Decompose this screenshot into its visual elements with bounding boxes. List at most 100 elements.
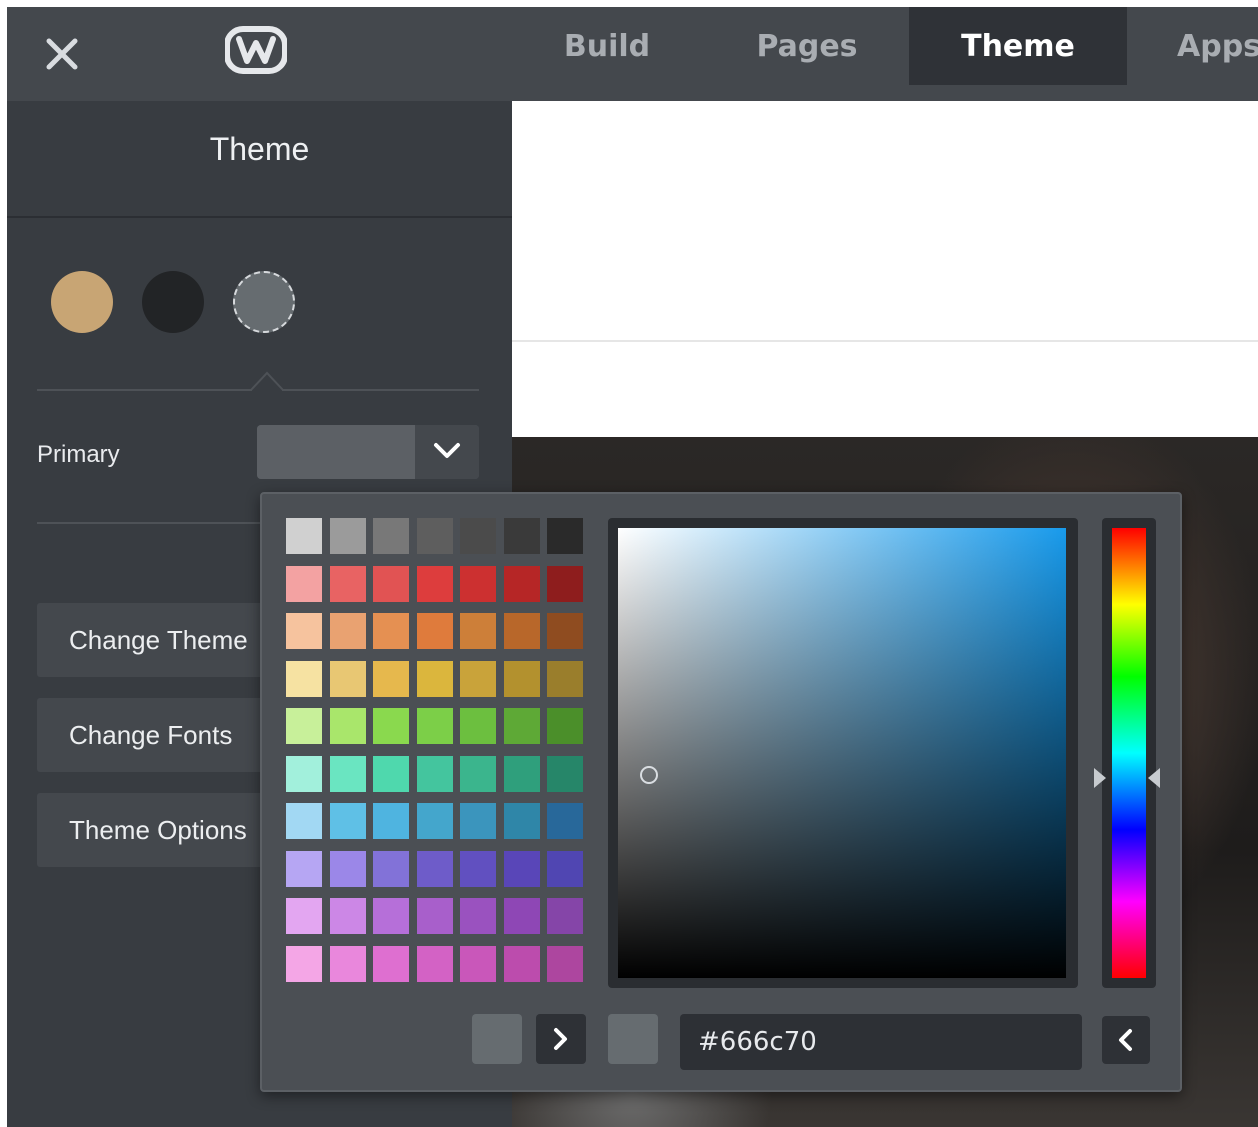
palette-swatch[interactable] [460, 851, 496, 887]
divider [512, 340, 1258, 342]
palette-swatch[interactable] [330, 803, 366, 839]
primary-color-select[interactable] [257, 425, 479, 479]
palette-swatch[interactable] [460, 518, 496, 554]
palette-swatch[interactable] [417, 898, 453, 934]
palette-swatch[interactable] [373, 946, 409, 982]
palette-swatch[interactable] [330, 708, 366, 744]
palette-swatch[interactable] [286, 803, 322, 839]
palette-swatch[interactable] [330, 518, 366, 554]
palette-swatch[interactable] [330, 566, 366, 602]
palette-swatch[interactable] [547, 661, 583, 697]
tab-theme[interactable]: Theme [909, 7, 1127, 85]
palette-swatch[interactable] [460, 613, 496, 649]
palette-swatch[interactable] [460, 708, 496, 744]
palette-swatch[interactable] [286, 898, 322, 934]
palette-swatch[interactable] [547, 946, 583, 982]
palette-swatch[interactable] [460, 803, 496, 839]
palette-swatch[interactable] [373, 566, 409, 602]
palette-swatch[interactable] [504, 851, 540, 887]
palette-swatch[interactable] [373, 613, 409, 649]
palette-swatch[interactable] [286, 518, 322, 554]
chevron-down-icon[interactable] [415, 425, 479, 479]
weebly-logo-icon[interactable] [224, 25, 288, 75]
palette-swatch[interactable] [330, 756, 366, 792]
app-window: Build Pages Theme Apps Theme Primary Cha… [7, 7, 1258, 1127]
palette-swatch[interactable] [417, 661, 453, 697]
hue-handle-left-icon[interactable] [1094, 768, 1106, 788]
palette-swatch[interactable] [417, 708, 453, 744]
palette-swatch[interactable] [504, 946, 540, 982]
palette-swatch[interactable] [330, 946, 366, 982]
palette-swatch[interactable] [417, 851, 453, 887]
palette-swatch[interactable] [504, 898, 540, 934]
color-swatch-dark[interactable] [142, 271, 204, 333]
palette-swatch[interactable] [373, 756, 409, 792]
palette-swatch[interactable] [417, 566, 453, 602]
palette-swatch[interactable] [417, 613, 453, 649]
palette-swatch[interactable] [286, 566, 322, 602]
recent-color-swatch[interactable] [472, 1014, 522, 1064]
hue-slider[interactable] [1112, 528, 1146, 978]
palette-swatch[interactable] [504, 566, 540, 602]
palette-swatch[interactable] [286, 851, 322, 887]
palette-swatch[interactable] [330, 661, 366, 697]
palette-swatch[interactable] [330, 898, 366, 934]
palette-swatch[interactable] [460, 661, 496, 697]
close-icon [46, 38, 78, 70]
palette-swatch[interactable] [286, 613, 322, 649]
palette-swatch[interactable] [460, 898, 496, 934]
hue-handle-right-icon[interactable] [1148, 768, 1160, 788]
palette-swatch[interactable] [547, 566, 583, 602]
color-cursor[interactable] [640, 766, 658, 784]
palette-swatch[interactable] [330, 613, 366, 649]
palette-swatch[interactable] [460, 566, 496, 602]
palette-swatch[interactable] [504, 803, 540, 839]
current-color-swatch[interactable] [608, 1014, 658, 1064]
palette-swatch[interactable] [547, 898, 583, 934]
color-picker-popover [260, 492, 1182, 1092]
palette-swatch[interactable] [547, 756, 583, 792]
palette-swatch[interactable] [373, 518, 409, 554]
palette-swatch[interactable] [373, 803, 409, 839]
palette-swatch[interactable] [373, 851, 409, 887]
palette-swatch[interactable] [460, 756, 496, 792]
palette-swatch[interactable] [286, 661, 322, 697]
saturation-value-frame [608, 518, 1078, 988]
palette-swatch[interactable] [547, 708, 583, 744]
palette-swatch[interactable] [504, 613, 540, 649]
color-swatch-primary[interactable] [233, 271, 295, 333]
palette-swatch[interactable] [330, 851, 366, 887]
palette-swatch[interactable] [286, 756, 322, 792]
palette-swatch[interactable] [460, 946, 496, 982]
primary-label: Primary [37, 441, 120, 468]
palette-swatch[interactable] [547, 851, 583, 887]
palette-swatch[interactable] [504, 518, 540, 554]
divider [37, 389, 252, 391]
tab-pages[interactable]: Pages [717, 7, 897, 85]
palette-swatch[interactable] [504, 708, 540, 744]
tab-build[interactable]: Build [527, 7, 687, 85]
palette-swatch[interactable] [286, 708, 322, 744]
next-button[interactable] [536, 1014, 586, 1064]
top-bar: Build Pages Theme Apps [7, 7, 1258, 101]
back-button[interactable] [1102, 1016, 1150, 1064]
palette-swatch[interactable] [417, 946, 453, 982]
palette-swatch[interactable] [504, 661, 540, 697]
palette-swatch[interactable] [547, 803, 583, 839]
palette-swatch[interactable] [373, 708, 409, 744]
palette-swatch[interactable] [286, 946, 322, 982]
palette-swatch[interactable] [373, 661, 409, 697]
hex-color-input[interactable] [680, 1014, 1082, 1070]
saturation-value-area[interactable] [618, 528, 1066, 978]
tab-apps[interactable]: Apps [1157, 7, 1258, 85]
palette-swatch[interactable] [547, 518, 583, 554]
palette-swatch[interactable] [373, 898, 409, 934]
site-preview-header[interactable] [512, 101, 1258, 437]
color-swatch-accent[interactable] [51, 271, 113, 333]
palette-swatch[interactable] [417, 756, 453, 792]
palette-swatch[interactable] [417, 518, 453, 554]
palette-swatch[interactable] [417, 803, 453, 839]
close-button[interactable] [37, 29, 87, 79]
palette-swatch[interactable] [504, 756, 540, 792]
palette-swatch[interactable] [547, 613, 583, 649]
